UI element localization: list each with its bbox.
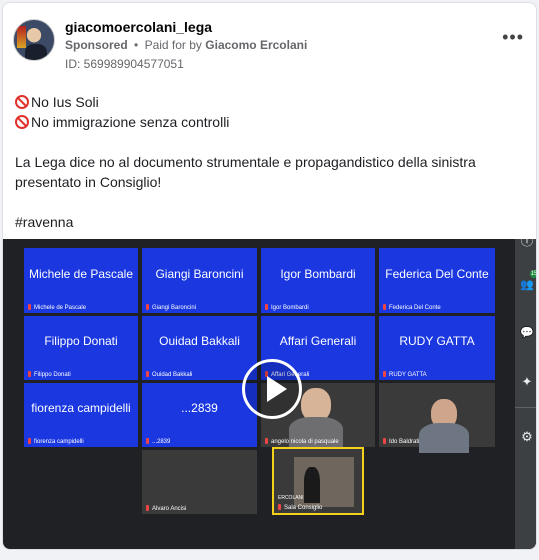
activities-icon[interactable]: ✦	[519, 374, 535, 390]
ad-id: ID: 569989904577051	[65, 57, 184, 71]
participant-count-badge: 15	[530, 270, 537, 278]
rail-divider	[515, 407, 536, 408]
ad-post-card: giacomoercolani_lega Sponsored • Paid fo…	[2, 2, 537, 550]
video-player[interactable]: Michele de Pascale Michele de Pascale Gi…	[3, 239, 537, 549]
participant-label: Igor Bombardi	[265, 304, 309, 311]
participant-tile: Federica Del Conte Federica Del Conte	[379, 248, 495, 313]
participants-icon[interactable]: 👥	[519, 277, 535, 293]
participant-label: Giangi Baroncini	[146, 304, 196, 311]
post-text: No Ius Soli No immigrazione senza contro…	[15, 92, 516, 232]
participant-label: fiorenza campidelli	[28, 438, 84, 445]
participant-label: Sala Consiglio	[278, 504, 322, 511]
participant-label: angelo nicola di pasquale	[265, 438, 339, 445]
paid-for-prefix: Paid for by	[144, 38, 202, 52]
hashtag-link[interactable]: #ravenna	[15, 212, 516, 232]
participant-name: RUDY GATTA	[399, 334, 475, 348]
avatar[interactable]	[13, 19, 55, 61]
participant-name: Federica Del Conte	[385, 266, 489, 281]
avatar-figure	[25, 44, 47, 60]
separator-dot: •	[134, 38, 139, 52]
participant-name: Igor Bombardi	[280, 266, 356, 281]
sponsored-line: Sponsored • Paid for by Giacomo Ercolani	[65, 38, 307, 52]
prohibited-icon	[15, 115, 29, 129]
payer-name: Giacomo Ercolani	[205, 38, 308, 52]
post-line-2-text: No immigrazione senza controlli	[31, 114, 230, 130]
flag-image	[17, 26, 26, 48]
participant-name: fiorenza campidelli	[31, 401, 131, 415]
post-line-1-text: No Ius Soli	[31, 94, 99, 110]
participant-camera-tile: Ido Baldrati	[379, 383, 495, 453]
active-speaker-tile: ERCOLANI Sala Consiglio	[272, 447, 364, 515]
post-line-3: La Lega dice no al documento strumentale…	[15, 154, 480, 190]
page-background	[0, 552, 539, 560]
play-icon[interactable]	[242, 359, 302, 419]
participant-name: Filippo Donati	[44, 334, 118, 348]
participant-name: Michele de Pascale	[28, 266, 134, 281]
chat-icon[interactable]: 💬	[519, 325, 535, 341]
prohibited-icon	[15, 95, 29, 109]
post-header: giacomoercolani_lega Sponsored • Paid fo…	[13, 17, 526, 73]
participant-tile: Filippo Donati Filippo Donati	[24, 316, 138, 380]
settings-icon[interactable]: ⚙	[519, 429, 535, 445]
participant-name: Giangi Baroncini	[155, 266, 244, 281]
post-line-2: No immigrazione senza controlli	[15, 112, 516, 132]
participant-label: Alvaro Ancisi	[146, 505, 186, 512]
participant-body	[419, 423, 469, 453]
participant-label: Federica Del Conte	[383, 304, 441, 311]
participant-tile: ...2839 ...2839	[142, 383, 257, 447]
participant-name: Ouidad Bakkali	[159, 334, 240, 348]
participant-camera-tile: Alvaro Ancisi	[142, 450, 257, 514]
participant-tile: Igor Bombardi Igor Bombardi	[261, 248, 375, 313]
participant-label: ...2839	[146, 438, 170, 445]
participant-name: ...2839	[181, 401, 218, 415]
participant-label: Filippo Donati	[28, 371, 71, 378]
username-link[interactable]: giacomoercolani_lega	[65, 19, 212, 35]
meeting-side-rail: ⓘ 👥 15 💬 ✦ ⚙	[515, 239, 537, 549]
sponsored-label: Sponsored	[65, 38, 128, 52]
info-icon[interactable]: ⓘ	[519, 239, 535, 249]
participant-tile: Michele de Pascale Michele de Pascale	[24, 248, 138, 313]
participant-label: RUDY GATTA	[383, 371, 427, 378]
camera-caption: ERCOLANI	[278, 495, 304, 501]
participant-label: Michele de Pascale	[28, 304, 86, 311]
participant-tile: fiorenza campidelli fiorenza campidelli	[24, 383, 138, 447]
post-line-1: No Ius Soli	[15, 92, 516, 112]
more-options-icon[interactable]: •••	[502, 27, 524, 48]
participant-label: Ouidad Bakkali	[146, 371, 192, 378]
participant-tile: RUDY GATTA RUDY GATTA	[379, 316, 495, 380]
camera-figure	[304, 467, 320, 503]
participant-label: Ido Baldrati	[383, 438, 419, 445]
participant-tile: Giangi Baroncini Giangi Baroncini	[142, 248, 257, 313]
participant-tile: Ouidad Bakkali Ouidad Bakkali	[142, 316, 257, 380]
participant-name: Affari Generali	[279, 334, 357, 348]
